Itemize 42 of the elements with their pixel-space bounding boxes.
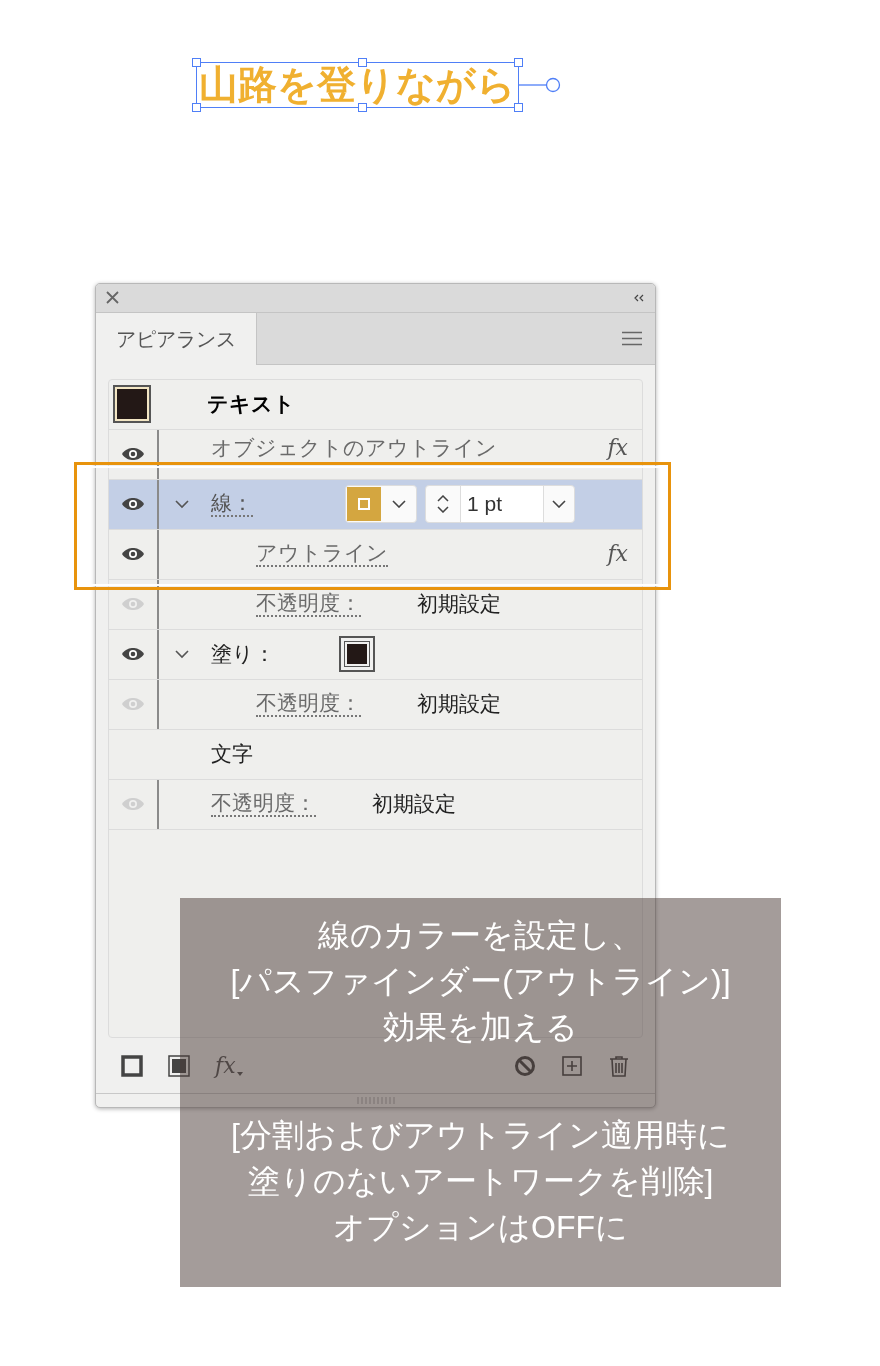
add-item-icon[interactable] bbox=[561, 1054, 583, 1077]
annotation-note: 線のカラーを設定し、 [パスファインダー(アウトライン)] 効果を加える bbox=[230, 916, 731, 1047]
prohibit-icon[interactable] bbox=[514, 1054, 536, 1077]
annotation-note: [分割およびアウトライン適用時に 塗りのないアートワークを削除] オプションはOFFに bbox=[231, 1116, 730, 1247]
attribute-link[interactable]: 不透明度： bbox=[256, 591, 361, 618]
square-outline-icon[interactable] bbox=[121, 1054, 143, 1077]
selected-row[interactable]: 線： 1 pt bbox=[109, 479, 642, 530]
fx-icon[interactable]: fx bbox=[607, 542, 628, 567]
fx-icon[interactable]: fx bbox=[607, 436, 628, 461]
row-label: 塗り： bbox=[211, 641, 275, 668]
caret-icon bbox=[236, 1071, 243, 1076]
object-label: テキスト bbox=[207, 391, 295, 418]
appearance-row[interactable]: 塗り： bbox=[109, 629, 642, 680]
collapse-icon[interactable] bbox=[633, 293, 645, 302]
chevron-icon[interactable] bbox=[174, 499, 189, 509]
eye-icon[interactable] bbox=[121, 497, 145, 512]
attribute-link[interactable]: 線： bbox=[211, 491, 253, 518]
caret-icon[interactable] bbox=[552, 500, 566, 509]
opacity-value: 初期設定 bbox=[417, 591, 501, 618]
fill-swatch[interactable] bbox=[339, 636, 375, 673]
color-swatch[interactable] bbox=[113, 385, 151, 424]
fx-menu-button[interactable]: fx bbox=[215, 1054, 243, 1077]
opacity-value: 初期設定 bbox=[372, 791, 456, 818]
menu-icon[interactable] bbox=[621, 330, 643, 346]
row-label: オブジェクトのアウトライン bbox=[211, 435, 497, 462]
row-label: 文字 bbox=[211, 741, 253, 768]
eye-icon[interactable] bbox=[121, 547, 145, 562]
eye-icon[interactable] bbox=[121, 647, 145, 662]
opacity-value: 初期設定 bbox=[417, 691, 501, 718]
attribute-link[interactable]: 不透明度： bbox=[211, 791, 316, 818]
stepper-icon[interactable] bbox=[437, 495, 449, 514]
chevron-icon[interactable] bbox=[174, 649, 189, 659]
stroke-color-dropdown[interactable] bbox=[345, 485, 417, 524]
close-icon[interactable] bbox=[106, 291, 119, 305]
attribute-link[interactable]: アウトライン bbox=[256, 541, 388, 568]
filled-square-icon[interactable] bbox=[168, 1054, 190, 1077]
trash-icon[interactable] bbox=[608, 1054, 630, 1077]
eye-icon[interactable] bbox=[121, 447, 145, 462]
caret-icon bbox=[392, 500, 406, 509]
attribute-link[interactable]: 不透明度： bbox=[256, 691, 361, 718]
stroke-weight-field[interactable]: 1 pt bbox=[425, 485, 575, 524]
panel-tab[interactable]: アピアランス bbox=[96, 312, 257, 365]
